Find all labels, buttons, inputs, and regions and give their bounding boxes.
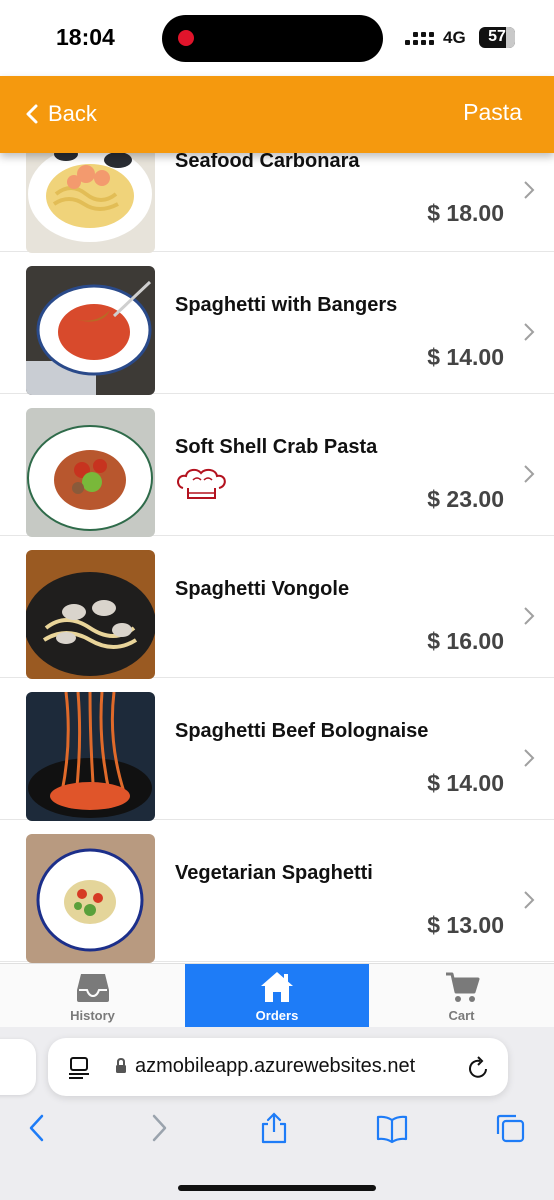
dish-price: $ 14.00 xyxy=(427,344,504,370)
page-menu-icon[interactable] xyxy=(68,1056,90,1080)
url-text: azmobileapp.azurewebsites.net xyxy=(135,1055,416,1077)
chevron-right-icon xyxy=(524,891,535,909)
dish-price: $ 14.00 xyxy=(427,770,504,796)
address-bar[interactable]: azmobileapp.azurewebsites.net xyxy=(48,1038,508,1096)
chevron-right-icon xyxy=(524,181,535,199)
status-time: 18:04 xyxy=(56,24,115,50)
home-icon xyxy=(261,972,293,1002)
nav-header: Back Pasta xyxy=(0,76,554,153)
battery-level: 57 xyxy=(488,28,506,45)
lock-icon xyxy=(116,1058,126,1073)
battery-icon: 57 xyxy=(479,27,515,48)
menu-list[interactable]: Seafood Carbonara $ 18.00 Spaghetti with… xyxy=(0,110,554,963)
chevron-right-icon xyxy=(524,749,535,767)
tab-orders[interactable]: Orders xyxy=(185,964,369,1028)
dish-photo xyxy=(26,692,155,821)
dish-photo xyxy=(26,408,155,537)
tab-history[interactable]: History xyxy=(0,964,185,1028)
menu-item[interactable]: Spaghetti Beef Bolognaise $ 14.00 xyxy=(0,678,554,821)
home-indicator xyxy=(178,1185,376,1191)
menu-item[interactable]: Soft Shell Crab Pasta $ 23.00 xyxy=(0,394,554,537)
bookmarks-icon[interactable] xyxy=(376,1112,408,1144)
dish-photo xyxy=(26,550,155,679)
forward-arrow-icon[interactable] xyxy=(142,1112,174,1144)
recording-dot-icon xyxy=(178,30,194,46)
dish-name: Spaghetti with Bangers xyxy=(175,294,398,316)
network-type: 4G xyxy=(443,28,466,47)
tab-label: Cart xyxy=(448,1008,475,1023)
chevron-right-icon xyxy=(524,607,535,625)
back-button[interactable]: Back xyxy=(22,98,97,130)
menu-item[interactable]: Spaghetti Vongole $ 16.00 xyxy=(0,536,554,679)
dish-name: Spaghetti Vongole xyxy=(175,578,350,600)
dish-price: $ 18.00 xyxy=(427,200,504,226)
dish-name: Seafood Carbonara xyxy=(175,150,360,172)
inbox-icon xyxy=(76,974,109,1002)
browser-toolbar: azmobileapp.azurewebsites.net xyxy=(0,1027,554,1200)
menu-item[interactable]: Spaghetti with Bangers $ 14.00 xyxy=(0,252,554,395)
chevron-right-icon xyxy=(524,323,535,341)
dish-price: $ 23.00 xyxy=(427,486,504,512)
dish-photo xyxy=(26,266,155,395)
dynamic-island xyxy=(162,15,383,62)
back-arrow-icon[interactable] xyxy=(22,1112,54,1144)
signal-icon xyxy=(405,31,435,47)
tab-cart[interactable]: Cart xyxy=(369,964,554,1028)
tab-label: History xyxy=(70,1008,115,1023)
status-bar: 18:04 4G 57 xyxy=(0,0,554,76)
dish-name: Vegetarian Spaghetti xyxy=(175,862,373,884)
chevron-left-icon xyxy=(26,104,38,124)
previous-tab-preview[interactable] xyxy=(0,1039,36,1095)
chevron-right-icon xyxy=(524,465,535,483)
back-label: Back xyxy=(48,101,97,126)
dish-photo xyxy=(26,834,155,963)
page-title: Pasta xyxy=(463,99,522,125)
chef-hat-icon xyxy=(177,468,226,499)
tab-bar: History Orders Cart xyxy=(0,963,554,1028)
dish-price: $ 13.00 xyxy=(427,912,504,938)
dish-price: $ 16.00 xyxy=(427,628,504,654)
tabs-icon[interactable] xyxy=(494,1112,526,1144)
dish-name: Soft Shell Crab Pasta xyxy=(175,436,378,458)
share-icon[interactable] xyxy=(258,1112,290,1144)
dish-name: Spaghetti Beef Bolognaise xyxy=(175,720,429,742)
tab-label: Orders xyxy=(255,1008,299,1023)
cart-icon xyxy=(445,972,479,1002)
reload-icon[interactable] xyxy=(468,1055,490,1079)
menu-item[interactable]: Vegetarian Spaghetti $ 13.00 xyxy=(0,820,554,963)
